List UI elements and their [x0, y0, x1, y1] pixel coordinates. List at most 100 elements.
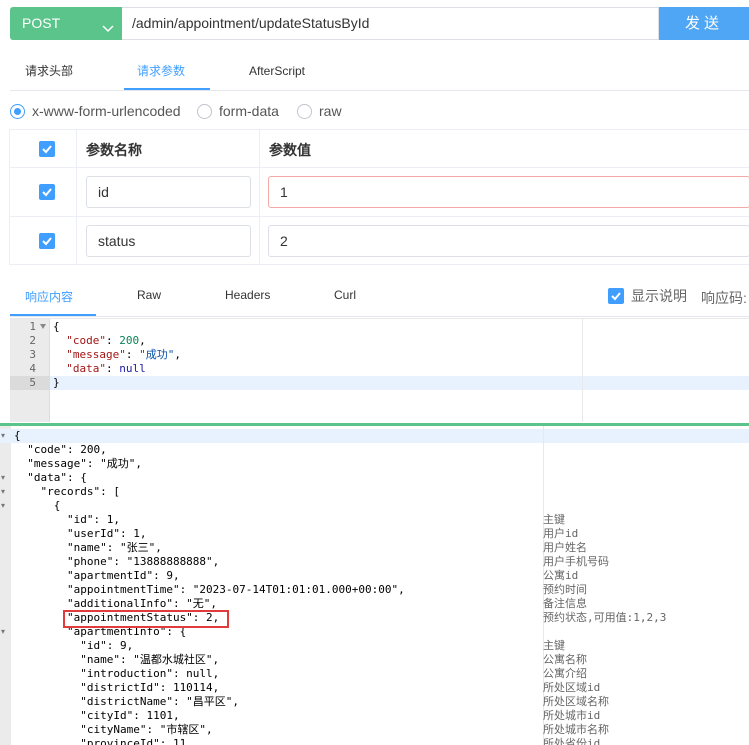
- param-name-input[interactable]: id: [86, 176, 251, 208]
- select-all-checkbox[interactable]: [39, 141, 55, 157]
- code-line: "data": null: [66, 362, 146, 375]
- body-type-radios: x-www-form-urlencoded form-data raw: [10, 101, 749, 121]
- fold-arrow-icon[interactable]: ▾: [1, 625, 9, 639]
- json-line: {: [14, 499, 61, 512]
- param-value-input[interactable]: 1: [268, 176, 749, 208]
- field-description: 用户姓名: [543, 541, 587, 554]
- fold-arrow-icon[interactable]: [40, 324, 46, 329]
- json-line: "cityName": "市辖区",: [14, 723, 213, 736]
- tabs-divider: [10, 90, 749, 91]
- json-line: "records": [: [14, 485, 120, 498]
- code-line: "code": 200,: [66, 334, 146, 347]
- current-line-highlight: [50, 376, 749, 390]
- field-description: 预约时间: [543, 583, 587, 596]
- json-line: {: [14, 429, 21, 442]
- print-margin: [582, 319, 583, 422]
- json-line: "message": "成功",: [14, 457, 142, 470]
- tab-raw[interactable]: Raw: [137, 288, 161, 302]
- json-line: "data": {: [14, 471, 87, 484]
- radio-label: x-www-form-urlencoded: [32, 103, 181, 119]
- radio-form-data[interactable]: form-data: [197, 101, 279, 121]
- field-description: 备注信息: [543, 597, 587, 610]
- json-line: "additionalInfo": "无",: [14, 597, 218, 610]
- radio-unchecked-icon: [297, 103, 312, 119]
- code-line: }: [53, 376, 60, 389]
- json-doc-viewer[interactable]: { ▾ "code": 200, "message": "成功", "data":…: [0, 426, 749, 745]
- row-checkbox[interactable]: [39, 184, 55, 200]
- field-description: 所处城市名称: [543, 723, 609, 736]
- json-line: "provinceId": 11,: [14, 737, 193, 745]
- chevron-down-icon: [100, 15, 116, 33]
- field-description: 公寓id: [543, 569, 579, 582]
- radio-label: raw: [319, 103, 342, 119]
- show-desc-toggle[interactable]: 显示说明: [608, 288, 687, 304]
- json-line: "appointmentTime": "2023-07-14T01:01:01.…: [14, 583, 405, 596]
- tab-curl[interactable]: Curl: [334, 288, 356, 302]
- fold-arrow-icon[interactable]: ▾: [1, 499, 9, 513]
- highlight-box: [63, 610, 229, 628]
- table-header-row: 参数名称 参数值: [10, 130, 749, 168]
- show-desc-checkbox[interactable]: [608, 288, 624, 304]
- column-header-value: 参数值: [269, 142, 311, 158]
- tab-afterscript[interactable]: AfterScript: [249, 52, 305, 90]
- radio-unchecked-icon: [197, 103, 212, 119]
- json-line: "name": "张三",: [14, 541, 162, 554]
- json-line: "userId": 1,: [14, 527, 147, 540]
- tab-headers[interactable]: Headers: [225, 288, 270, 302]
- field-description: 主键: [543, 639, 565, 652]
- table-row: status 2: [10, 217, 749, 265]
- response-tabs-divider: [10, 316, 749, 317]
- radio-label: form-data: [219, 103, 279, 119]
- code-line: "message": "成功",: [66, 348, 181, 361]
- field-description: 公寓名称: [543, 653, 587, 666]
- field-description: 所处城市id: [543, 709, 601, 722]
- radio-x-www-form-urlencoded[interactable]: x-www-form-urlencoded: [10, 101, 181, 121]
- line-number: 3: [29, 348, 36, 361]
- json-line: "districtId": 110114,: [14, 681, 220, 694]
- json-line: "phone": "13888888888",: [14, 555, 220, 568]
- request-bar: POST /admin/appointment/updateStatusById…: [10, 7, 749, 40]
- field-description: 主键: [543, 513, 565, 526]
- field-description: 所处区域id: [543, 681, 601, 694]
- params-table: 参数名称 参数值 id 1 status 2: [9, 129, 749, 265]
- json-line: "cityId": 1101,: [14, 709, 180, 722]
- line-number: 4: [29, 362, 36, 375]
- tab-request-headers[interactable]: 请求头部: [25, 52, 73, 90]
- json-line: "name": "温都水城社区",: [14, 653, 220, 666]
- method-label: POST: [22, 15, 61, 31]
- json-line: "code": 200,: [14, 443, 107, 456]
- table-row: id 1: [10, 168, 749, 217]
- current-line-highlight: [0, 429, 749, 443]
- json-line: "districtName": "昌平区",: [14, 695, 240, 708]
- field-description: 用户id: [543, 527, 579, 540]
- response-editor[interactable]: 1 2 3 4 5 { "code": 200, "message": "成功"…: [10, 318, 749, 422]
- field-description: 公寓介绍: [543, 667, 587, 680]
- tab-request-params[interactable]: 请求参数: [137, 52, 185, 90]
- tab-response-content[interactable]: 响应内容: [25, 288, 73, 305]
- fold-arrow-icon[interactable]: ▾: [1, 471, 9, 485]
- code-line: {: [53, 320, 60, 333]
- row-checkbox[interactable]: [39, 233, 55, 249]
- json-line: "apartmentId": 9,: [14, 569, 180, 582]
- param-value-input[interactable]: 2: [268, 225, 749, 257]
- param-name-input[interactable]: status: [86, 225, 251, 257]
- send-button[interactable]: 发送: [659, 7, 749, 40]
- fold-arrow-icon[interactable]: ▾: [1, 485, 9, 499]
- url-input[interactable]: /admin/appointment/updateStatusById: [122, 7, 659, 40]
- line-number: 2: [29, 334, 36, 347]
- request-tabs: 请求头部 请求参数 AfterScript: [10, 52, 749, 90]
- method-select[interactable]: POST: [10, 7, 122, 40]
- field-description: 所处区域名称: [543, 695, 609, 708]
- response-code-label: 响应码:: [701, 290, 747, 306]
- radio-checked-icon: [10, 103, 25, 119]
- line-number: 5: [10, 376, 50, 390]
- radio-raw[interactable]: raw: [297, 101, 342, 121]
- field-description: 所处省份id: [543, 737, 601, 745]
- column-header-name: 参数名称: [77, 130, 260, 167]
- line-number: 1: [29, 320, 36, 333]
- field-description: 用户手机号码: [543, 555, 609, 568]
- json-line: "id": 1,: [14, 513, 120, 526]
- show-desc-label: 显示说明: [631, 288, 687, 304]
- json-line: "introduction": null,: [14, 667, 220, 680]
- fold-arrow-icon[interactable]: ▾: [1, 429, 9, 443]
